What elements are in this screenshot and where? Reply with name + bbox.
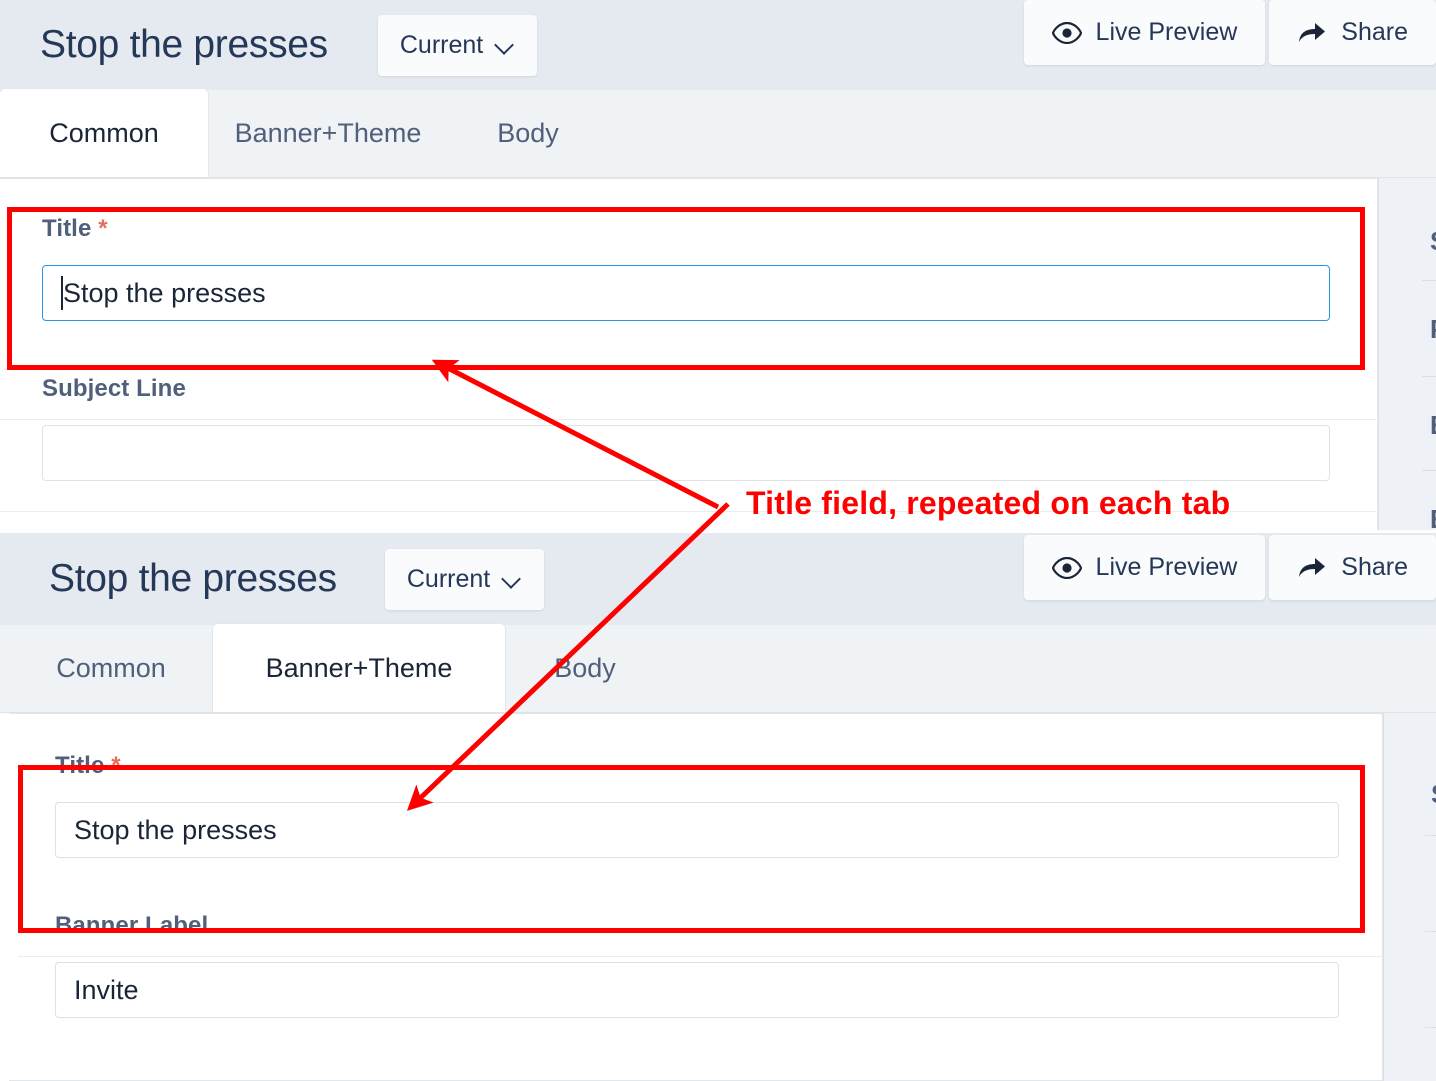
field-subject-line-label: Subject Line: [42, 375, 1330, 403]
header-actions: Live Preview Share: [1023, 535, 1436, 600]
settings-sidebar: S P E E: [1378, 178, 1436, 533]
live-preview-label: Live Preview: [1095, 553, 1238, 581]
field-title: Title * Stop the presses: [42, 215, 1330, 321]
form-card: Title * Stop the presses Subject Line: [0, 178, 1378, 533]
eye-icon: [1051, 556, 1082, 579]
tab-banner-theme-label: Banner+Theme: [234, 117, 422, 148]
tab-banner-theme-label: Banner+Theme: [265, 652, 453, 683]
tab-common-label: Common: [56, 652, 166, 683]
version-select-button[interactable]: Current: [384, 548, 545, 610]
annotation-label: Title field, repeated on each tab: [746, 485, 1231, 521]
app-header: Stop the presses Current Live Preview Sh…: [0, 0, 1436, 90]
tab-banner-theme[interactable]: Banner+Theme: [213, 624, 505, 712]
sidebar-item-s[interactable]: S: [1430, 226, 1436, 257]
version-select-label: Current: [406, 564, 491, 593]
sidebar-separator: [1422, 376, 1436, 377]
sidebar-item-e1[interactable]: E: [1430, 410, 1436, 441]
sidebar-item-e2[interactable]: E: [1430, 504, 1436, 533]
share-label: Share: [1341, 553, 1408, 581]
sidebar-separator: [1422, 470, 1436, 471]
field-banner-label-label: Banner Label: [55, 912, 1339, 940]
tab-strip: Common Banner+Theme Body: [0, 624, 1436, 713]
required-indicator: *: [98, 215, 108, 242]
required-indicator: *: [111, 752, 121, 779]
live-preview-label: Live Preview: [1095, 18, 1238, 46]
tab-common-label: Common: [49, 117, 159, 148]
banner-label-input-value: Invite: [74, 974, 139, 1005]
share-arrow-icon: [1297, 556, 1327, 580]
sidebar-separator: [1425, 835, 1436, 836]
tab-common[interactable]: Common: [0, 89, 208, 177]
page-title: Stop the presses: [49, 557, 337, 600]
sidebar-edge: [1383, 713, 1384, 1081]
title-input[interactable]: Stop the presses: [55, 802, 1339, 858]
settings-sidebar: S: [1383, 713, 1436, 1081]
share-arrow-icon: [1297, 21, 1327, 45]
sidebar-item-s[interactable]: S: [1431, 779, 1436, 810]
sidebar-item-p[interactable]: P: [1430, 314, 1436, 345]
field-banner-label: Banner Label Invite: [55, 912, 1339, 1018]
page-title: Stop the presses: [40, 23, 328, 66]
version-select-label: Current: [399, 30, 484, 59]
version-select-button[interactable]: Current: [377, 14, 538, 76]
title-input-value: Stop the presses: [63, 277, 266, 308]
field-title: Title * Stop the presses: [55, 752, 1339, 858]
field-title-label-text: Title: [42, 215, 92, 242]
live-preview-button[interactable]: Live Preview: [1023, 535, 1266, 600]
tab-body[interactable]: Body: [448, 89, 608, 177]
field-subject-line: Subject Line: [42, 375, 1330, 481]
form-body: Title * Stop the presses Subject Line: [0, 178, 1436, 533]
header-actions: Live Preview Share: [1023, 0, 1436, 65]
screenshot-stage: Stop the presses Current Live Preview Sh…: [0, 0, 1436, 1081]
sidebar-edge: [1378, 178, 1379, 533]
eye-icon: [1051, 21, 1082, 44]
field-subject-line-label-text: Subject Line: [42, 375, 186, 402]
banner-label-input[interactable]: Invite: [55, 962, 1339, 1018]
title-input-value: Stop the presses: [74, 814, 277, 845]
live-preview-button[interactable]: Live Preview: [1023, 0, 1266, 65]
field-title-label: Title *: [42, 215, 1330, 243]
sidebar-separator: [1425, 931, 1436, 932]
tab-body-label: Body: [554, 652, 616, 683]
share-button[interactable]: Share: [1269, 0, 1436, 65]
app-window-banner-theme-tab: Stop the presses Current Live Preview Sh…: [0, 533, 1436, 1081]
sidebar-separator: [1422, 280, 1436, 281]
title-input[interactable]: Stop the presses: [42, 265, 1330, 321]
chevron-down-icon: [495, 35, 515, 55]
tab-banner-theme[interactable]: Banner+Theme: [208, 89, 448, 177]
share-button[interactable]: Share: [1269, 535, 1436, 600]
sidebar-separator: [1425, 1027, 1436, 1028]
form-card: Title * Stop the presses Banner Label In…: [9, 713, 1392, 1081]
tab-common[interactable]: Common: [9, 624, 213, 712]
tab-body-label: Body: [497, 117, 559, 148]
field-title-label: Title *: [55, 752, 1339, 780]
form-body: Title * Stop the presses Banner Label In…: [0, 713, 1436, 1081]
subject-line-input[interactable]: [42, 425, 1330, 481]
app-header: Stop the presses Current Live Preview Sh…: [0, 533, 1436, 625]
share-label: Share: [1341, 18, 1408, 46]
field-banner-label-text: Banner Label: [55, 912, 209, 939]
chevron-down-icon: [502, 569, 522, 589]
tab-body[interactable]: Body: [505, 624, 665, 712]
field-title-label-text: Title: [55, 752, 105, 779]
app-window-common-tab: Stop the presses Current Live Preview Sh…: [0, 0, 1436, 533]
tab-strip: Common Banner+Theme Body: [0, 89, 1436, 178]
